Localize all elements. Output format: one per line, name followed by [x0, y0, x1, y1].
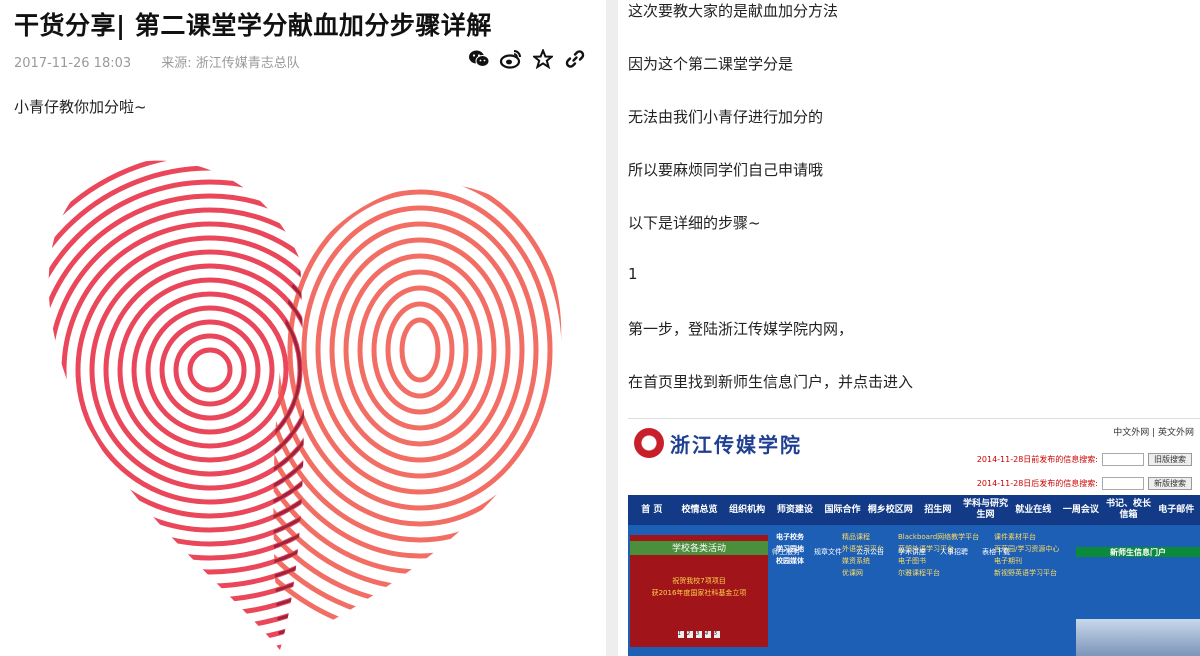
school-seal-icon — [634, 428, 664, 458]
nav-item: 国际合作 — [824, 504, 861, 515]
search-label-old: 2014-11-28日前发布的信息搜索: — [976, 455, 1098, 464]
article-source: 来源: 浙江传媒青志总队 — [161, 56, 300, 71]
banner-pager: 1 2 3 4 5 — [678, 631, 720, 638]
bottom-link: 表格下载 — [982, 548, 1010, 556]
article-meta: 2017-11-26 18:03 来源: 浙江传媒青志总队 — [14, 52, 326, 71]
banner-page: 5 — [714, 631, 720, 638]
paragraph: 以下是详细的步骤~ — [628, 214, 761, 232]
bottom-link: 师生服务 — [772, 548, 800, 556]
nav-item: 书记、校长信箱 — [1106, 499, 1152, 520]
search-input-new — [1102, 477, 1144, 490]
search-row-old: 2014-11-28日前发布的信息搜索: 旧版搜索 — [977, 453, 1192, 466]
site-nav-bar: 首 页 校情总览 组织机构 师资建设 国际合作 桐乡校区网 招生网 学科与研究生… — [628, 495, 1200, 525]
article-date: 2017-11-26 18:03 — [14, 56, 132, 71]
site-link: 课件素材平台 — [994, 533, 1036, 541]
nav-item: 电子邮件 — [1158, 504, 1195, 515]
search-button-new: 新版搜索 — [1148, 477, 1192, 490]
banner-page: 3 — [696, 631, 702, 638]
panel-divider — [606, 0, 618, 656]
bottom-link: 规章文件 — [814, 548, 842, 556]
search-label-new: 2014-11-28日后发布的信息搜索: — [976, 479, 1098, 488]
bottom-link: 公示公告 — [856, 548, 884, 556]
article-left-panel: 干货分享| 第二课堂学分献血加分步骤详解 2017-11-26 18:03 来源… — [0, 0, 606, 656]
search-button-old: 旧版搜索 — [1148, 453, 1192, 466]
share-bar — [468, 48, 586, 70]
step-number: 1 — [628, 265, 638, 283]
banner-line: 获2016年度国家社科基金立项 — [651, 589, 747, 597]
article-right-panel: 这次要教大家的是献血加分方法 因为这个第二课堂学分是 无法由我们小青仔进行加分的… — [618, 0, 1200, 656]
article-title: 干货分享| 第二课堂学分献血加分步骤详解 — [14, 11, 492, 40]
nav-item: 组织机构 — [729, 504, 766, 515]
bottom-link: 人事招聘 — [940, 548, 968, 556]
weibo-icon[interactable] — [500, 48, 522, 70]
paragraph: 第一步，登陆浙江传媒学院内网， — [628, 320, 854, 338]
school-logo: 浙江传媒学院 — [634, 423, 802, 463]
banner-text: 祝贺我校7项项目 获2016年度国家社科基金立项 — [636, 575, 762, 599]
link-icon[interactable] — [564, 48, 586, 70]
nav-item: 就业在线 — [1015, 504, 1052, 515]
paragraph: 无法由我们小青仔进行加分的 — [628, 108, 824, 126]
fingerprint-heart-image — [48, 160, 562, 650]
campus-photo — [1076, 619, 1200, 656]
star-icon[interactable] — [532, 48, 554, 70]
school-name: 浙江传媒学院 — [670, 432, 802, 457]
nav-item: 校情总览 — [681, 504, 718, 515]
nav-item: 学科与研究生网 — [963, 499, 1009, 520]
bottom-links: 师生服务 规章文件 公示公告 学术讲座 人事招聘 表格下载 — [772, 547, 1010, 557]
banner-page: 2 — [687, 631, 693, 638]
article-lede: 小青仔教你加分啦~ — [14, 98, 147, 116]
link-category: 电子校务 — [776, 533, 804, 541]
site-link: 精品课程 — [842, 533, 870, 541]
page: 干货分享| 第二课堂学分献血加分步骤详解 2017-11-26 18:03 来源… — [0, 0, 1200, 656]
bottom-link: 学术讲座 — [898, 548, 926, 556]
search-input-old — [1102, 453, 1144, 466]
wechat-icon[interactable] — [468, 48, 490, 70]
school-website-screenshot: 浙江传媒学院 中文外网 | 英文外网 2014-11-28日前发布的信息搜索: … — [628, 418, 1200, 656]
language-links: 中文外网 | 英文外网 — [1113, 428, 1194, 438]
nav-item: 首 页 — [641, 504, 663, 515]
nav-item: 招生网 — [924, 504, 952, 515]
banner-line: 祝贺我校7项项目 — [672, 577, 726, 585]
activities-bar: 学校各类活动 — [630, 541, 768, 555]
paragraph: 在首页里找到新师生信息门户，并点击进入 — [628, 373, 914, 391]
site-link: 尔雅课程平台 — [898, 569, 940, 577]
banner-page: 1 — [678, 631, 684, 638]
nav-item: 师资建设 — [776, 504, 813, 515]
banner-page: 4 — [705, 631, 711, 638]
portal-link: 新师生信息门户 — [1076, 547, 1200, 557]
site-link: 新视野英语学习平台 — [994, 569, 1057, 577]
paragraph: 因为这个第二课堂学分是 — [628, 55, 794, 73]
nav-item: 一周会议 — [1062, 504, 1099, 515]
paragraph: 所以要麻烦同学们自己申请哦 — [628, 161, 824, 179]
site-link: 优课网 — [842, 569, 863, 577]
search-row-new: 2014-11-28日后发布的信息搜索: 新版搜索 — [977, 477, 1192, 490]
site-link: Blackboard网络教学平台 — [898, 533, 980, 541]
nav-item: 桐乡校区网 — [867, 504, 913, 515]
paragraph: 这次要教大家的是献血加分方法 — [628, 2, 839, 20]
